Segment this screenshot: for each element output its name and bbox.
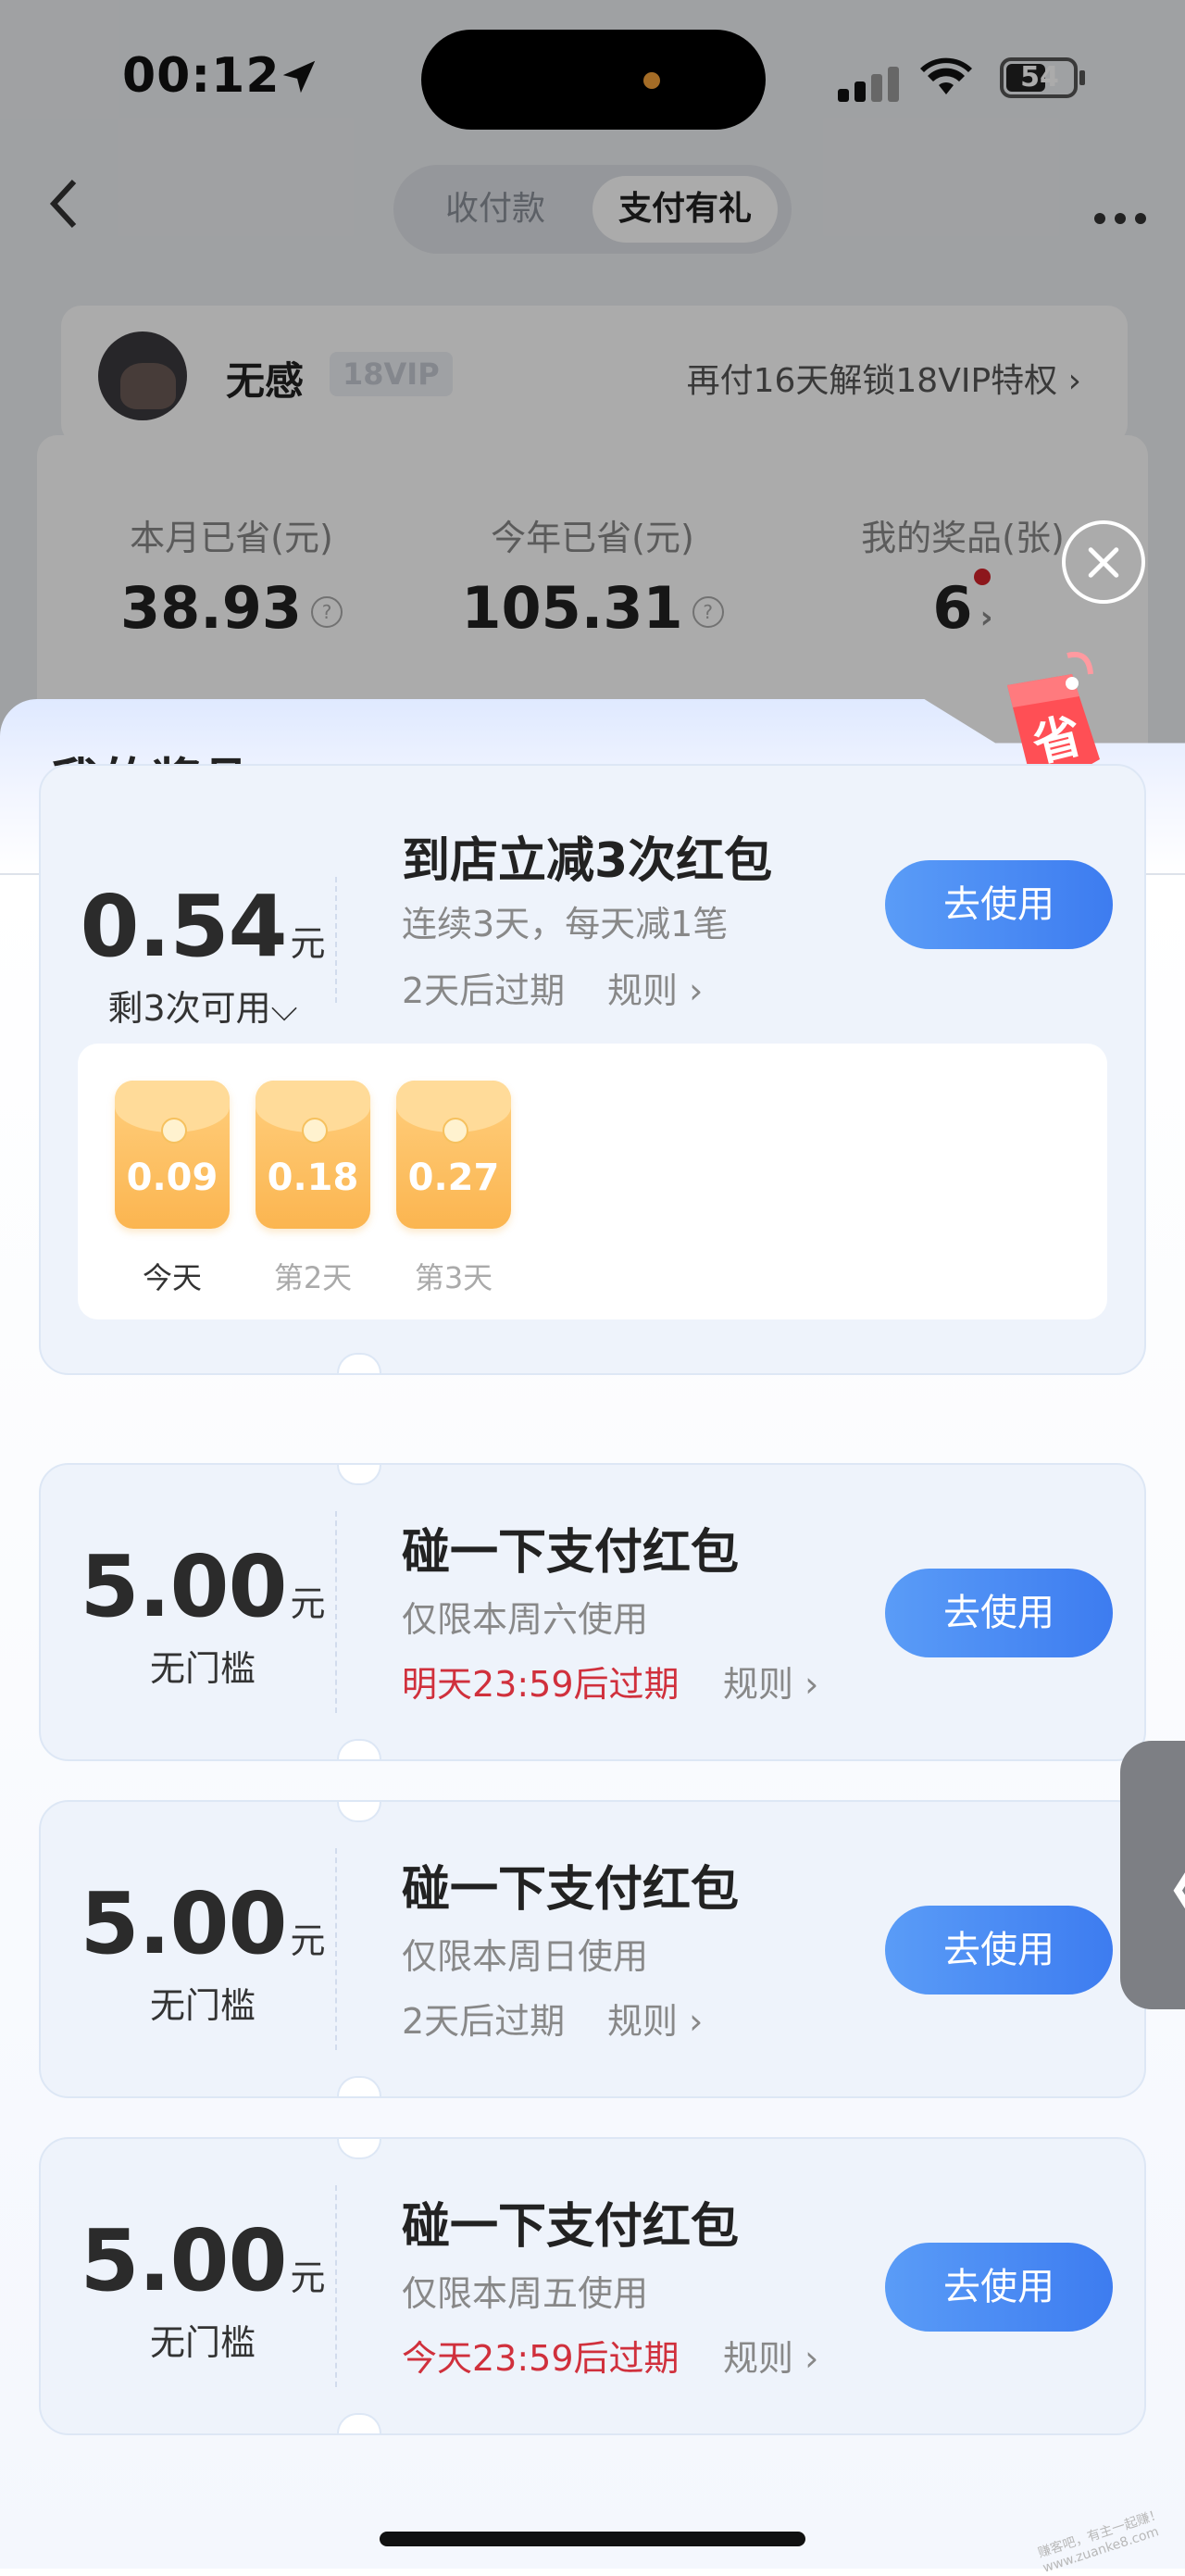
rules-link[interactable]: 规则 › — [723, 2330, 818, 2381]
redpacket-icon: 0.27 — [396, 1081, 511, 1229]
chevron-left-icon: 〈 — [1131, 1833, 1185, 1941]
prize-card: 0.54 元 剩3次可用⌵ 到店立减3次红包 连续3天，每天减1笔 2天后过期 规… — [39, 764, 1146, 1375]
prize-expiry: 2天后过期 — [402, 2001, 566, 2042]
prize-amount: 5.00 元 无门槛 — [80, 1537, 326, 1689]
day-label: 第2天 — [273, 1260, 353, 1295]
prize-card: 5.00 元 无门槛 碰一下支付红包 仅限本周日使用 2天后过期 规则 › 去使用 — [39, 1800, 1146, 2098]
prize-card: 5.00 元 无门槛 碰一下支付红包 仅限本周五使用 今天23:59后过期 规则 … — [39, 2137, 1146, 2435]
prize-description: 仅限本周五使用 — [402, 2273, 649, 2314]
prize-list: 0.54 元 剩3次可用⌵ 到店立减3次红包 连续3天，每天减1笔 2天后过期 规… — [0, 764, 1185, 2569]
home-indicator[interactable] — [380, 2532, 805, 2546]
prize-description: 连续3天，每天减1笔 — [402, 904, 729, 944]
use-button[interactable]: 去使用 — [885, 1906, 1113, 1995]
side-drawer-handle[interactable]: 〈 — [1120, 1741, 1185, 2009]
daily-redpacket-box: 0.09 今天 0.18 第2天 0.27 第3天 — [78, 1044, 1107, 1319]
prize-title: 碰一下支付红包 — [402, 1525, 740, 1581]
rules-link[interactable]: 规则 › — [607, 962, 703, 1013]
rules-link[interactable]: 规则 › — [607, 1993, 703, 2044]
prize-description: 仅限本周日使用 — [402, 1936, 649, 1977]
prize-amount: 5.00 元 无门槛 — [80, 2211, 326, 2363]
prize-card: 5.00 元 无门槛 碰一下支付红包 仅限本周六使用 明天23:59后过期 规则 … — [39, 1463, 1146, 1761]
prize-title: 碰一下支付红包 — [402, 1862, 740, 1918]
prize-title: 碰一下支付红包 — [402, 2199, 740, 2255]
redpacket-icon: 0.18 — [256, 1081, 370, 1229]
use-button[interactable]: 去使用 — [885, 1569, 1113, 1657]
redpacket-icon: 0.09 — [115, 1081, 230, 1229]
use-button[interactable]: 去使用 — [885, 2243, 1113, 2332]
prize-expiry: 今天23:59后过期 — [402, 2338, 680, 2379]
prize-amount: 5.00 元 无门槛 — [80, 1874, 326, 2026]
prize-amount: 0.54 元 剩3次可用⌵ — [78, 877, 328, 1031]
close-button[interactable] — [1062, 520, 1145, 604]
remaining-uses[interactable]: 剩3次可用⌵ — [78, 980, 328, 1031]
day-label: 今天 — [142, 1260, 202, 1295]
rules-link[interactable]: 规则 › — [723, 1656, 818, 1707]
day-label: 第3天 — [414, 1260, 493, 1295]
prize-title: 到店立减3次红包 — [402, 833, 773, 889]
prize-expiry: 明天23:59后过期 — [402, 1664, 680, 1705]
prize-expiry: 2天后过期 — [402, 970, 566, 1011]
prize-description: 仅限本周六使用 — [402, 1599, 649, 1640]
use-button[interactable]: 去使用 — [885, 860, 1113, 949]
